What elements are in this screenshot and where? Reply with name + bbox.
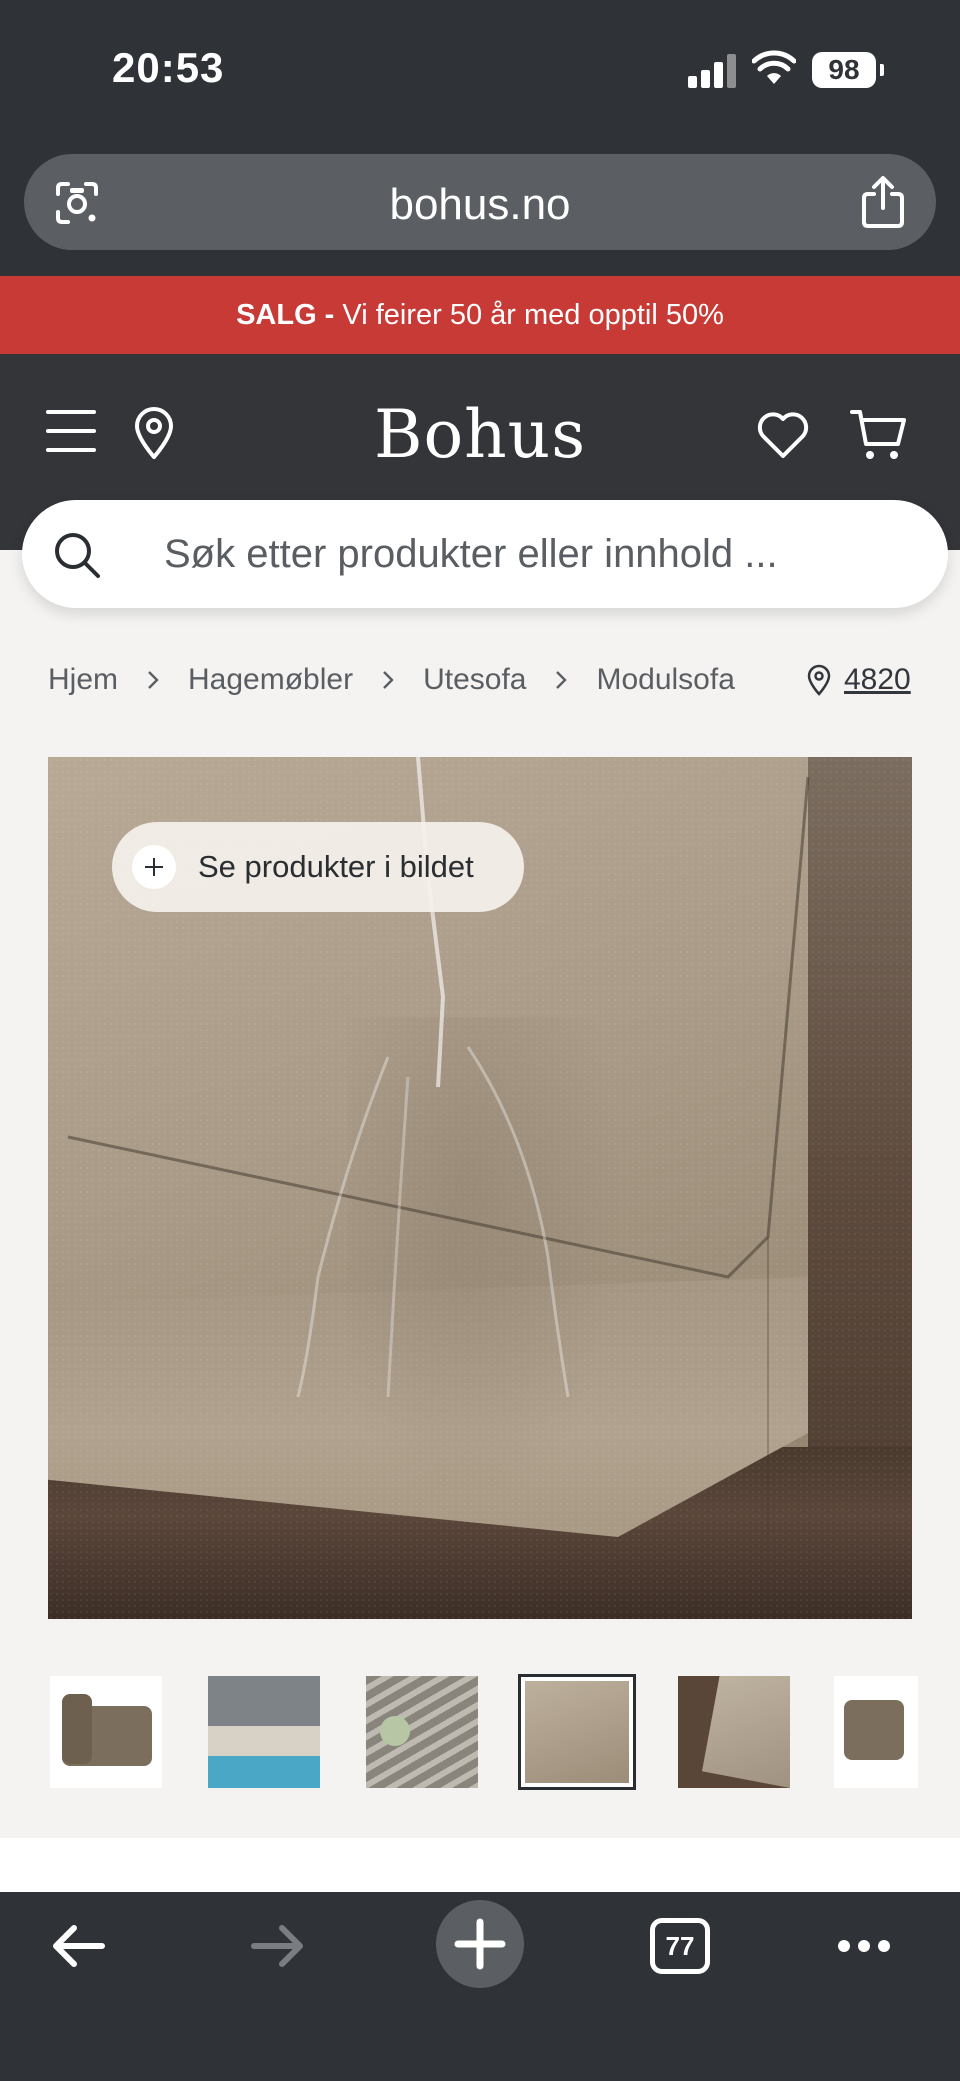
search-icon[interactable]	[52, 530, 102, 580]
plus-icon	[132, 845, 176, 889]
plus-icon	[454, 1918, 506, 1970]
thumb-water-image	[525, 1681, 629, 1783]
content-divider	[0, 1838, 960, 1892]
store-postcode-link[interactable]: 4820	[806, 656, 911, 704]
thumb-fabric-image	[678, 1676, 790, 1788]
see-products-label: Se produkter i bildet	[198, 849, 474, 884]
location-pin-icon	[807, 664, 831, 696]
favorites-heart-icon[interactable]	[756, 410, 810, 460]
status-bar: 20:53 98	[0, 0, 960, 140]
sale-banner[interactable]: SALG - Vi feirer 50 år med opptil 50%	[0, 276, 960, 354]
thumb-pool-image	[208, 1676, 320, 1788]
thumbnail[interactable]	[50, 1676, 162, 1788]
shopping-cart-icon[interactable]	[850, 408, 908, 462]
thumbnail[interactable]	[208, 1676, 320, 1788]
clock: 20:53	[112, 44, 225, 91]
breadcrumb-outdoor-sofa[interactable]: Utesofa	[423, 663, 526, 697]
thumb-terrace-image	[366, 1676, 478, 1788]
share-icon[interactable]	[860, 176, 906, 228]
search-box[interactable]	[22, 500, 948, 608]
new-tab-button[interactable]	[436, 1900, 524, 1988]
breadcrumb-modular-sofa[interactable]: Modulsofa	[596, 663, 734, 697]
tab-switcher-button[interactable]: 77	[650, 1918, 710, 1974]
thumb-chair-image	[50, 1676, 162, 1788]
browser-address-area: bohus.no	[0, 140, 960, 276]
cellular-signal-icon	[688, 54, 738, 88]
sale-banner-label: SALG -	[236, 299, 335, 331]
thumbnail-active[interactable]	[518, 1674, 636, 1790]
sale-banner-text: Vi feirer 50 år med opptil 50%	[342, 299, 724, 331]
thumbnail[interactable]	[366, 1676, 478, 1788]
chevron-right-icon	[556, 671, 568, 689]
chevron-right-icon	[383, 671, 394, 689]
browser-toolbar: 77	[0, 1892, 960, 2081]
url-text[interactable]: bohus.no	[24, 180, 936, 230]
thumbnail[interactable]	[678, 1676, 790, 1788]
breadcrumb-home[interactable]: Hjem	[48, 663, 118, 697]
bohus-logo[interactable]: Bohus	[0, 396, 960, 473]
product-main-image[interactable]: Se produkter i bildet	[48, 757, 912, 1619]
thumbnail-strip	[48, 1672, 918, 1792]
see-products-in-image-button[interactable]: Se produkter i bildet	[112, 822, 524, 912]
forward-arrow-icon[interactable]	[248, 1916, 308, 1976]
back-arrow-icon[interactable]	[48, 1916, 108, 1976]
store-postcode[interactable]: 4820	[844, 663, 911, 697]
chevron-right-icon	[148, 671, 159, 689]
thumb-module-image	[834, 1676, 918, 1788]
battery-indicator: 98	[812, 52, 884, 88]
address-bar[interactable]: bohus.no	[24, 154, 936, 250]
breadcrumb: Hjem Hagemøbler Utesofa Modulsofa	[48, 656, 735, 704]
thumbnail[interactable]	[834, 1676, 918, 1788]
wifi-icon	[752, 50, 796, 84]
more-options-icon[interactable]	[836, 1936, 892, 1956]
breadcrumb-garden-furniture[interactable]: Hagemøbler	[188, 663, 353, 697]
search-input[interactable]	[164, 524, 904, 584]
